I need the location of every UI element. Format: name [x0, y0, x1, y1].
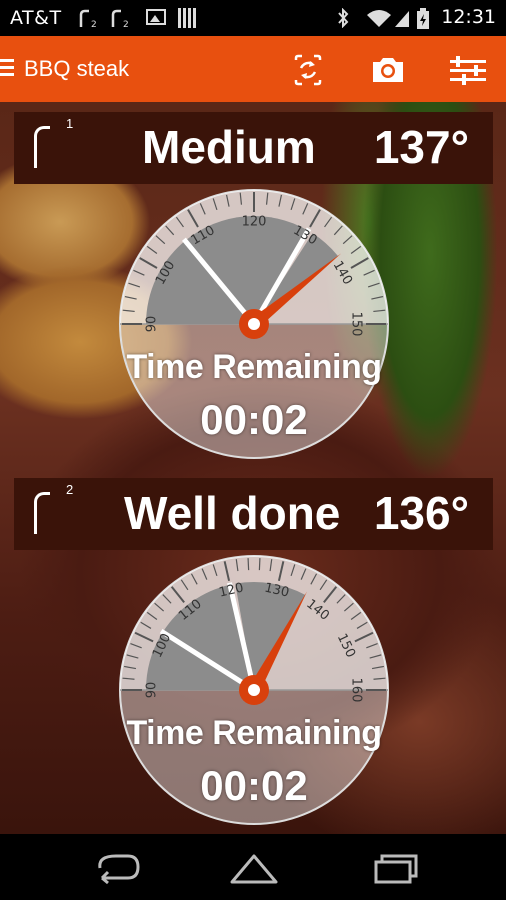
- back-button[interactable]: [86, 850, 142, 886]
- dial-hub-center: [248, 684, 260, 696]
- app-toolbar: BBQ steak: [0, 36, 506, 102]
- dial-tick-label: 90: [145, 316, 160, 333]
- probe-number: 2: [66, 482, 74, 497]
- dial-tick-label: 150: [349, 312, 364, 337]
- settings-sliders-icon: [450, 56, 486, 85]
- bluetooth-icon: [336, 7, 350, 32]
- signal-icon: 2: [78, 9, 102, 33]
- menu-icon[interactable]: [0, 59, 14, 77]
- svg-text:2: 2: [91, 20, 97, 29]
- home-icon: [230, 854, 278, 884]
- dial-tick-label: 90: [145, 682, 160, 699]
- probe-1-header[interactable]: 1 Medium 137°: [14, 112, 493, 184]
- recents-button[interactable]: [366, 850, 422, 886]
- doneness-label: Well done: [124, 487, 341, 539]
- time-remaining-label: Time Remaining: [126, 348, 383, 386]
- time-remaining-value: 00:02: [200, 762, 308, 809]
- probe-2-gauge: 90 100 110 120 130 140 150 160 Time Remaining 0…: [118, 554, 390, 826]
- switch-camera-icon: [294, 54, 322, 86]
- dial-hub-center: [248, 318, 260, 330]
- thermometer-probe-icon: [34, 126, 50, 168]
- cell-signal-icon: [394, 8, 410, 32]
- probe-number: 1: [66, 116, 74, 131]
- recents-icon: [374, 854, 418, 884]
- camera-icon: [373, 58, 403, 82]
- doneness-label: Medium: [142, 121, 316, 173]
- wifi-icon: [366, 8, 392, 32]
- signal-icon: 2: [110, 9, 134, 33]
- battery-icon: [416, 8, 430, 34]
- thermometer-probe-icon: [34, 492, 50, 534]
- clock: 12:31: [441, 6, 496, 28]
- dial-tick: [247, 558, 250, 571]
- probe-1-gauge: 90 100 110 120 130 140 150 Time Remaining 00:0…: [118, 188, 390, 460]
- status-bar: AT&T 2 2 12:31: [0, 0, 506, 36]
- settings-button[interactable]: [446, 50, 486, 90]
- home-button[interactable]: [226, 850, 282, 886]
- time-remaining-value: 00:02: [200, 396, 308, 443]
- switch-camera-button[interactable]: [288, 50, 328, 90]
- barcode-icon: [178, 8, 196, 28]
- svg-text:2: 2: [123, 20, 129, 29]
- picture-icon: [146, 9, 166, 25]
- probe-2-header[interactable]: 2 Well done 136°: [14, 478, 493, 550]
- page-title: BBQ steak: [24, 56, 130, 81]
- dial-tick: [258, 558, 261, 571]
- camera-button[interactable]: [368, 50, 408, 90]
- dial-tick-label: 120: [242, 215, 267, 230]
- current-temperature: 137°: [373, 121, 469, 173]
- dial-tick-label: 160: [349, 678, 364, 703]
- time-remaining-label: Time Remaining: [126, 714, 383, 752]
- navigation-bar: [0, 834, 506, 900]
- carrier-label: AT&T: [10, 7, 62, 29]
- back-icon: [98, 854, 140, 885]
- current-temperature: 136°: [373, 487, 469, 539]
